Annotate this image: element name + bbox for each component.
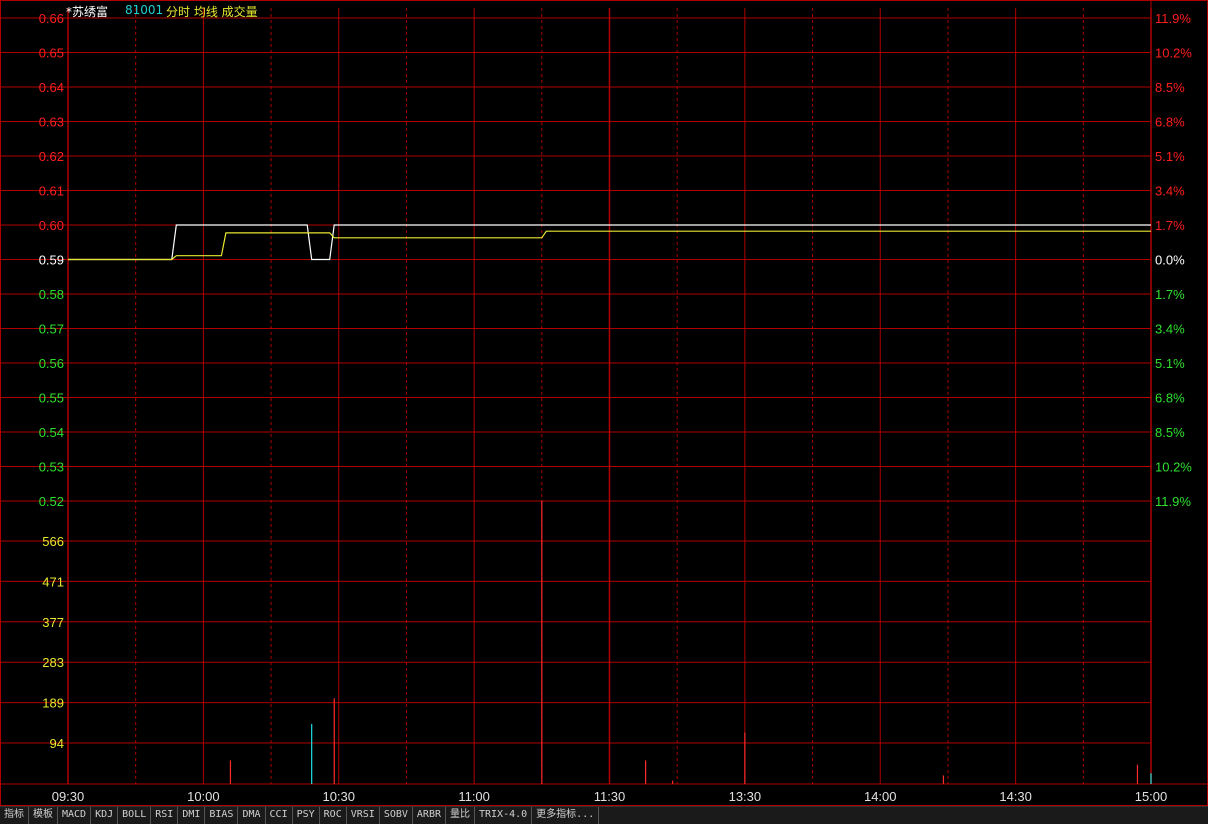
percent-axis-label: 10.2% xyxy=(1155,460,1192,475)
price-axis-label: 0.53 xyxy=(39,460,64,475)
time-axis-label: 11:00 xyxy=(458,789,490,804)
price-axis-label: 0.52 xyxy=(39,494,64,509)
percent-axis-label: 0.0% xyxy=(1155,253,1185,268)
indicator-tab[interactable]: CCI xyxy=(266,807,293,824)
indicator-tab[interactable]: 更多指标... xyxy=(532,807,600,824)
indicator-tab[interactable]: BIAS xyxy=(205,807,239,824)
volume-axis-label: 283 xyxy=(42,655,64,670)
indicator-tab[interactable]: RSI xyxy=(151,807,179,824)
indicator-tab[interactable]: ARBR xyxy=(413,807,446,824)
volume-axis-label: 189 xyxy=(42,696,64,711)
indicator-tab[interactable]: VRSI xyxy=(347,807,380,824)
price-axis-label: 0.61 xyxy=(39,184,64,199)
time-axis-label: 14:00 xyxy=(864,789,897,804)
percent-axis-label: 6.8% xyxy=(1155,391,1185,406)
indicator-tab[interactable]: TRIX-4.0 xyxy=(475,807,533,824)
price-axis-label: 0.59 xyxy=(39,253,64,268)
time-axis-label: 15:00 xyxy=(1135,789,1168,804)
price-axis-label: 0.64 xyxy=(39,80,64,95)
indicator-tab[interactable]: 模板 xyxy=(29,807,58,824)
stock-name: *苏绣富 xyxy=(66,5,109,19)
percent-axis-label: 1.7% xyxy=(1155,287,1185,302)
indicator-tab[interactable]: 量比 xyxy=(446,807,475,824)
price-axis-label: 0.66 xyxy=(39,11,64,26)
price-axis-label: 0.56 xyxy=(39,356,64,371)
indicator-tab[interactable]: 指标 xyxy=(0,807,29,824)
price-axis-label: 0.58 xyxy=(39,287,64,302)
indicator-tab[interactable]: SOBV xyxy=(380,807,413,824)
volume-axis-label: 566 xyxy=(42,534,64,549)
time-axis-label: 10:30 xyxy=(322,789,355,804)
volume-axis-label: 377 xyxy=(42,615,64,630)
price-axis-label: 0.65 xyxy=(39,46,64,61)
indicator-tab[interactable]: MACD xyxy=(58,807,92,824)
percent-axis-label: 5.1% xyxy=(1155,149,1185,164)
intraday-chart[interactable]: 0.66 0.65 0.64 0.63 0.62 0.61 0.60 0.59 0.58 0.57… xyxy=(0,0,1208,806)
time-axis-label: 14:30 xyxy=(999,789,1032,804)
percent-axis-label: 11.9% xyxy=(1155,11,1191,26)
indicator-tab[interactable]: PSY xyxy=(293,807,320,824)
percent-axis-label: 5.1% xyxy=(1155,356,1185,371)
percent-axis-label: 8.5% xyxy=(1155,425,1185,440)
percent-axis-label: 1.7% xyxy=(1155,218,1185,233)
indicator-tab[interactable]: ROC xyxy=(320,807,347,824)
percent-axis-label: 3.4% xyxy=(1155,184,1185,199)
chart-mode-tabs[interactable]: 分时 均线 成交量 xyxy=(166,3,258,20)
percent-axis-label: 3.4% xyxy=(1155,322,1185,337)
time-axis-label: 10:00 xyxy=(187,789,220,804)
percent-axis-label: 6.8% xyxy=(1155,115,1185,130)
indicator-tab-bar: 指标 模板 MACD KDJ BOLL RSI DMI BIAS DMA CCI PSY ROC VRS… xyxy=(0,806,1208,824)
stock-code: 81001 xyxy=(125,3,164,17)
percent-axis-label: 8.5% xyxy=(1155,80,1185,95)
price-axis-label: 0.57 xyxy=(39,322,64,337)
indicator-tab[interactable]: BOLL xyxy=(118,807,152,824)
percent-axis-label: 11.9% xyxy=(1155,494,1191,509)
price-axis-label: 0.54 xyxy=(39,425,64,440)
volume-axis-label: 94 xyxy=(50,736,64,751)
price-axis-label: 0.62 xyxy=(39,149,64,164)
time-axis-label: 13:30 xyxy=(729,789,762,804)
indicator-tab[interactable]: DMA xyxy=(238,807,266,824)
price-axis-label: 0.63 xyxy=(39,115,64,130)
indicator-tab[interactable]: DMI xyxy=(178,807,206,824)
time-axis-label: 09:30 xyxy=(52,789,85,804)
volume-axis-label: 471 xyxy=(42,574,64,589)
indicator-tab[interactable]: KDJ xyxy=(91,807,119,824)
price-axis-label: 0.55 xyxy=(39,391,64,406)
percent-axis-label: 10.2% xyxy=(1155,46,1192,61)
price-axis-label: 0.60 xyxy=(39,218,64,233)
time-axis-label: 11:30 xyxy=(594,789,626,804)
